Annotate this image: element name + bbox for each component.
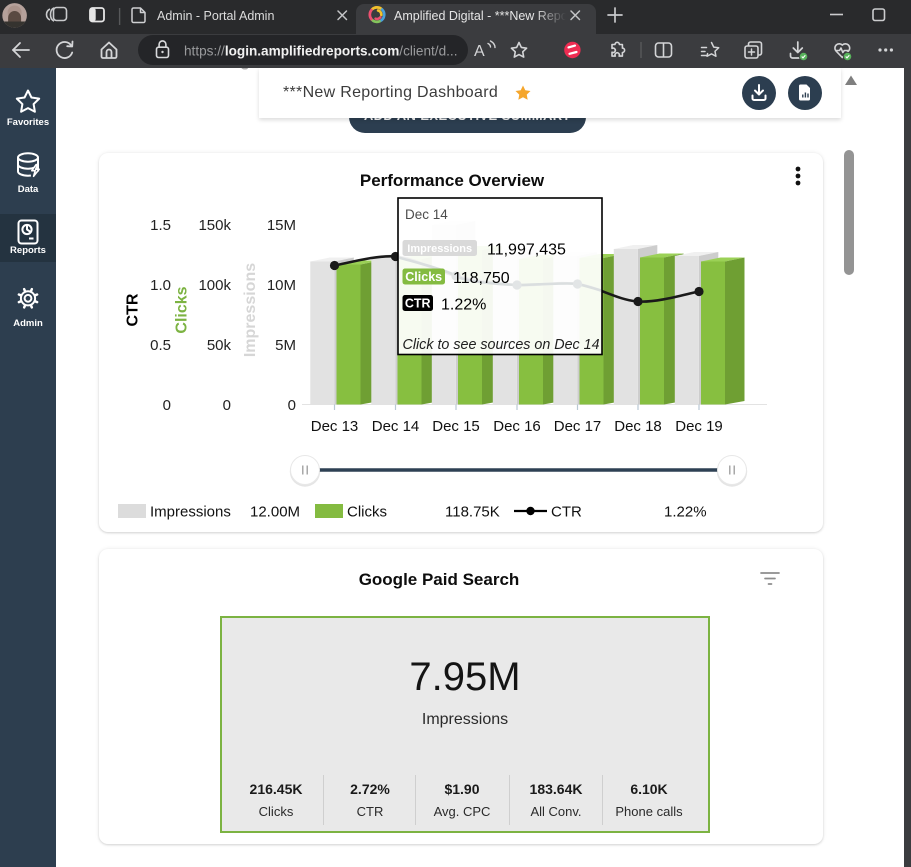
svg-text:1.0: 1.0 [150,277,171,294]
svg-text:CTR: CTR [551,504,582,521]
svg-text:10M: 10M [267,277,296,294]
svg-text:118,750: 118,750 [453,270,510,287]
svg-text:Impressions: Impressions [150,504,231,521]
svg-text:0.5: 0.5 [150,337,171,354]
svg-text:100k: 100k [198,277,231,294]
svg-text:Dec 13: Dec 13 [311,418,359,435]
svg-text:Click to see sources on Dec 14: Click to see sources on Dec 14 [403,337,600,353]
svg-text:https://login.amplifiedreports: https://login.amplifiedreports.com/clien… [184,43,457,58]
svg-text:Dec 15: Dec 15 [432,418,480,435]
svg-text:50k: 50k [207,337,232,354]
svg-text:Clicks: Clicks [405,270,442,284]
svg-text:1.5: 1.5 [150,217,171,234]
svg-text:Dec 18: Dec 18 [614,418,662,435]
svg-text:0: 0 [288,397,296,414]
svg-text:Dec 17: Dec 17 [554,418,602,435]
svg-text:CTR: CTR [405,297,431,311]
svg-text:Dec 16: Dec 16 [493,418,541,435]
svg-text:1.22%: 1.22% [664,504,707,521]
svg-text:150k: 150k [198,217,231,234]
svg-text:5M: 5M [275,337,296,354]
svg-text:Clicks: Clicks [174,286,191,333]
svg-text:Impressions: Impressions [242,263,259,357]
svg-text:Dec 19: Dec 19 [675,418,723,435]
svg-text:12.00M: 12.00M [250,504,300,521]
svg-text:11,997,435: 11,997,435 [487,242,566,259]
svg-text:Dec 14: Dec 14 [372,418,420,435]
svg-text:0: 0 [223,397,231,414]
svg-text:Clicks: Clicks [347,504,387,521]
svg-text:1.22%: 1.22% [441,297,486,314]
svg-text:Dec 14: Dec 14 [405,207,448,222]
svg-text:15M: 15M [267,217,296,234]
svg-text:0: 0 [163,397,171,414]
svg-text:CTR: CTR [125,293,142,326]
svg-text:118.75K: 118.75K [445,504,500,521]
svg-text:A: A [474,43,485,60]
svg-text:Impressions: Impressions [407,243,472,255]
